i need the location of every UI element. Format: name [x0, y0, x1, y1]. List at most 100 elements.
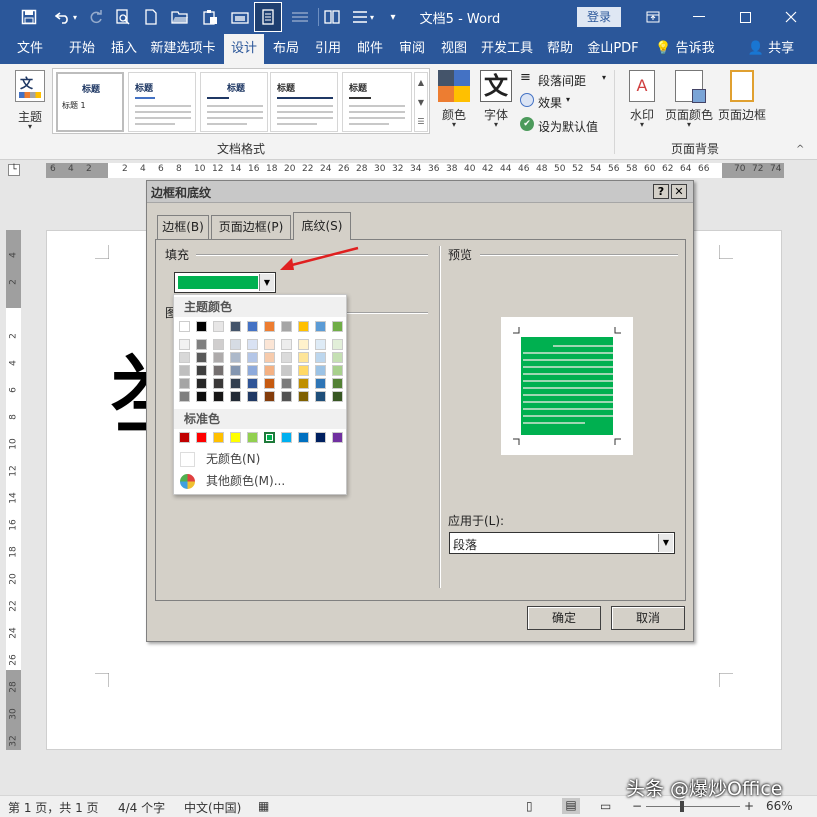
tab-insert[interactable]: 插入 [104, 34, 144, 64]
theme-shade-swatch[interactable] [196, 391, 207, 402]
theme-shade-swatch[interactable] [196, 365, 207, 376]
theme-shade-swatch[interactable] [179, 352, 190, 363]
save-icon[interactable] [14, 0, 44, 34]
theme-shade-swatch[interactable] [247, 365, 258, 376]
paste-icon[interactable] [198, 0, 222, 34]
standard-color-swatch[interactable] [332, 432, 343, 443]
zoom-out-button[interactable]: − [632, 799, 642, 813]
theme-shade-swatch[interactable] [332, 352, 343, 363]
colors-button[interactable]: 颜色 ▾ [436, 70, 472, 136]
theme-shade-swatch[interactable] [315, 339, 326, 350]
open-icon[interactable] [168, 0, 192, 34]
theme-shade-swatch[interactable] [196, 339, 207, 350]
tab-help[interactable]: 帮助 [540, 34, 580, 64]
theme-shade-swatch[interactable] [247, 391, 258, 402]
theme-color-swatch[interactable] [281, 321, 292, 332]
chevron-down-icon[interactable]: ▼ [658, 534, 673, 552]
theme-shade-swatch[interactable] [332, 339, 343, 350]
theme-shade-swatch[interactable] [247, 339, 258, 350]
theme-shade-swatch[interactable] [264, 365, 275, 376]
theme-shade-swatch[interactable] [213, 378, 224, 389]
theme-shade-swatch[interactable] [230, 378, 241, 389]
tab-page-border[interactable]: 页面边框(P) [211, 215, 291, 239]
page-color-button[interactable]: 页面颜色 ▾ [664, 70, 714, 136]
theme-shade-swatch[interactable] [315, 352, 326, 363]
screenshot-icon[interactable] [228, 0, 252, 34]
theme-shade-swatch[interactable] [196, 378, 207, 389]
login-button[interactable]: 登录 [577, 7, 621, 27]
theme-shade-swatch[interactable] [213, 352, 224, 363]
tab-file[interactable]: 文件 [8, 34, 52, 64]
theme-button[interactable]: 文 主题 ▾ [12, 70, 48, 140]
minimize-icon[interactable] [676, 0, 722, 34]
zoom-in-button[interactable]: + [744, 799, 754, 813]
standard-color-swatch[interactable] [247, 432, 258, 443]
maximize-icon[interactable] [722, 0, 768, 34]
tab-design[interactable]: 设计 [224, 34, 264, 64]
dialog-close-button[interactable]: ✕ [671, 184, 687, 199]
theme-shade-swatch[interactable] [264, 378, 275, 389]
theme-shade-swatch[interactable] [264, 391, 275, 402]
spacing-icon[interactable]: ▾ [346, 0, 380, 34]
theme-shade-swatch[interactable] [298, 339, 309, 350]
tab-borders[interactable]: 边框(B) [157, 215, 209, 239]
zoom-level[interactable]: 66% [766, 799, 793, 813]
standard-color-swatch[interactable] [298, 432, 309, 443]
theme-shade-swatch[interactable] [332, 378, 343, 389]
theme-shade-swatch[interactable] [298, 365, 309, 376]
theme-color-swatch[interactable] [332, 321, 343, 332]
fill-color-dropdown[interactable]: ▼ [174, 272, 276, 293]
macro-record-icon[interactable]: ▦ [258, 799, 269, 813]
tab-home[interactable]: 开始 [60, 34, 104, 64]
style-thumb-1[interactable]: 标题 标题 1 [56, 72, 124, 132]
theme-shade-swatch[interactable] [247, 378, 258, 389]
chevron-up-icon[interactable]: ▲ [415, 73, 427, 93]
theme-shade-swatch[interactable] [315, 378, 326, 389]
watermark-button[interactable]: A 水印 ▾ [624, 70, 660, 136]
theme-shade-swatch[interactable] [179, 391, 190, 402]
theme-shade-swatch[interactable] [298, 391, 309, 402]
theme-color-swatch[interactable] [298, 321, 309, 332]
set-default-button[interactable]: ✔ 设为默认值 [518, 116, 610, 134]
theme-shade-swatch[interactable] [230, 365, 241, 376]
style-thumb-4[interactable]: 标题 [270, 72, 338, 132]
fonts-button[interactable]: 文 字体 ▾ [478, 70, 514, 136]
theme-shade-swatch[interactable] [179, 378, 190, 389]
format-icon[interactable] [286, 0, 314, 34]
tab-developer[interactable]: 开发工具 [478, 34, 536, 64]
effects-button[interactable]: 效果 ▾ [518, 92, 610, 110]
print-preview-icon[interactable] [112, 0, 134, 34]
page-border-button[interactable]: 页面边框 [716, 70, 768, 136]
tab-layout[interactable]: 布局 [266, 34, 306, 64]
close-icon[interactable] [768, 0, 814, 34]
standard-color-swatch[interactable] [196, 432, 207, 443]
tab-view[interactable]: 视图 [434, 34, 474, 64]
style-thumb-3[interactable]: 标题 [200, 72, 268, 132]
chevron-down-icon[interactable]: ▼ [415, 93, 427, 113]
theme-shade-swatch[interactable] [281, 339, 292, 350]
read-mode-icon[interactable]: ▯ [526, 799, 533, 813]
theme-shade-swatch[interactable] [213, 391, 224, 402]
style-thumb-2[interactable]: 标题 [128, 72, 196, 132]
theme-shade-swatch[interactable] [298, 352, 309, 363]
cancel-button[interactable]: 取消 [611, 606, 685, 630]
language[interactable]: 中文(中国) [184, 799, 241, 816]
theme-shade-swatch[interactable] [179, 339, 190, 350]
tab-kingsoft-pdf[interactable]: 金山PDF [584, 34, 642, 64]
standard-color-swatch[interactable] [179, 432, 190, 443]
standard-color-swatch[interactable] [230, 432, 241, 443]
tab-new[interactable]: 新建选项卡 [146, 34, 220, 64]
share-button[interactable]: 👤 共享 [744, 34, 798, 64]
page-count[interactable]: 第 1 页，共 1 页 [8, 799, 99, 816]
tab-stop-selector[interactable]: └ [8, 164, 20, 176]
theme-color-swatch[interactable] [179, 321, 190, 332]
ribbon-display-icon[interactable] [630, 0, 676, 34]
theme-color-swatch[interactable] [264, 321, 275, 332]
standard-color-swatch[interactable] [315, 432, 326, 443]
gallery-scroll[interactable]: ▲ ▼ ☰ [414, 72, 428, 132]
theme-shade-swatch[interactable] [213, 339, 224, 350]
theme-shade-swatch[interactable] [213, 365, 224, 376]
theme-shade-swatch[interactable] [281, 391, 292, 402]
theme-shade-swatch[interactable] [315, 365, 326, 376]
theme-shade-swatch[interactable] [247, 352, 258, 363]
